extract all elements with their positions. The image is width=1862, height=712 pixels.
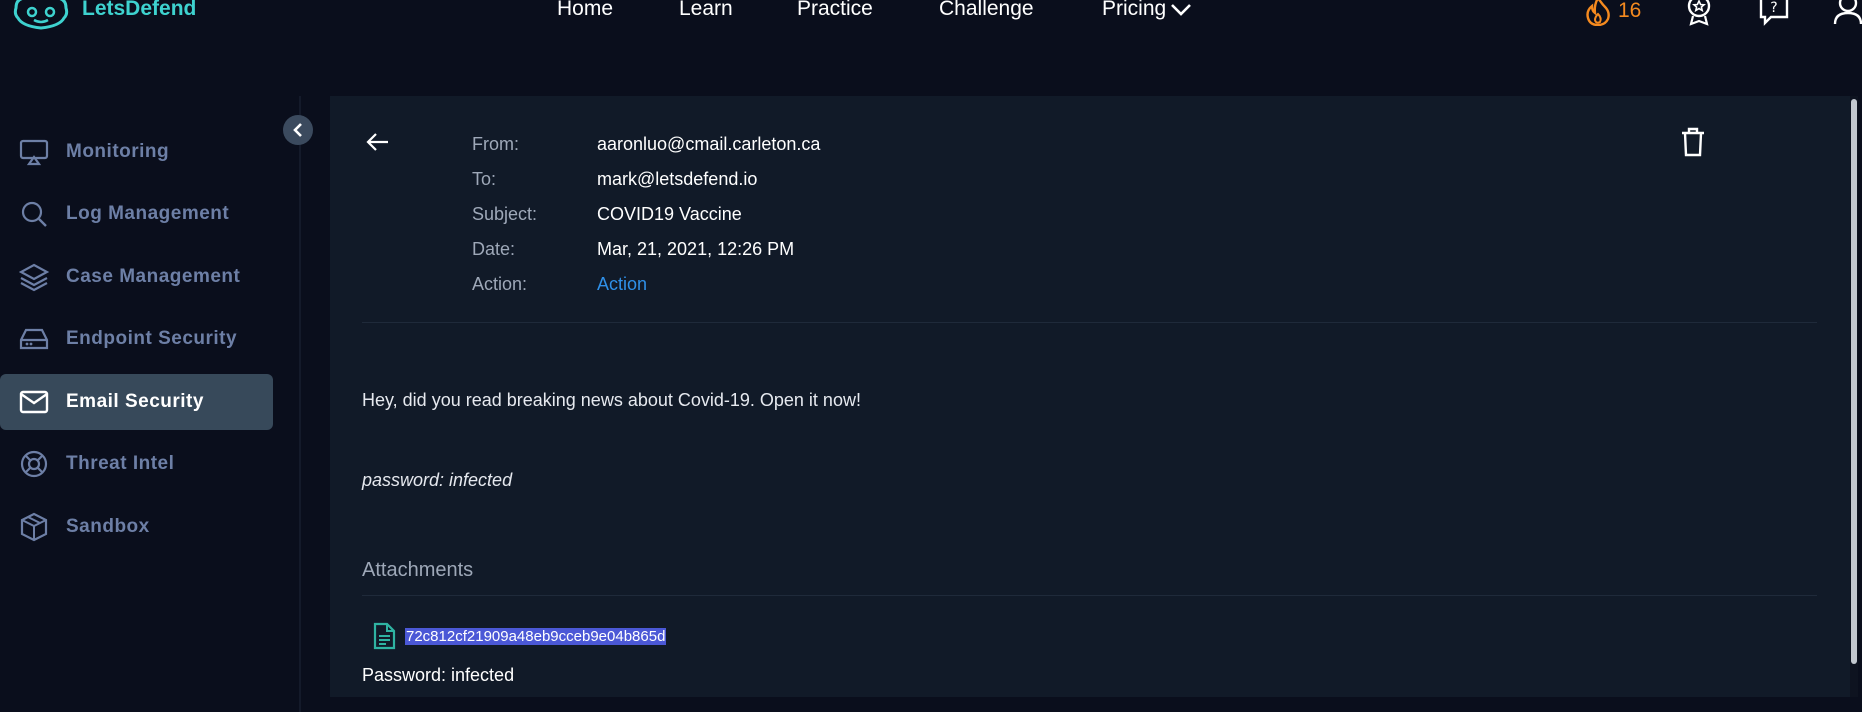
streak-count: 16 bbox=[1618, 0, 1642, 22]
nav-challenge[interactable]: Challenge bbox=[939, 0, 1034, 21]
sidebar-item-label: Log Management bbox=[66, 203, 230, 224]
sidebar-item-endpoint-security[interactable]: Endpoint Security bbox=[0, 311, 273, 367]
back-arrow-icon[interactable] bbox=[364, 130, 390, 154]
chevron-down-icon bbox=[1171, 4, 1192, 17]
sidebar: Monitoring Log Management Case Managemen… bbox=[0, 96, 300, 712]
trophy-icon[interactable] bbox=[1685, 0, 1713, 26]
sidebar-item-sandbox[interactable]: Sandbox bbox=[0, 499, 273, 555]
from-value: aaronluo@cmail.carleton.ca bbox=[597, 134, 821, 154]
subject-value: COVID19 Vaccine bbox=[597, 204, 742, 224]
help-icon[interactable]: ? bbox=[1758, 0, 1790, 26]
attachment-password: Password: infected bbox=[362, 665, 515, 685]
streak-counter[interactable]: 16 bbox=[1584, 0, 1641, 26]
sidebar-item-label: Case Management bbox=[66, 266, 241, 287]
attachment-name[interactable]: 72c812cf21909a48eb9cceb9e04b865d bbox=[405, 627, 667, 645]
nav-home[interactable]: Home bbox=[557, 0, 613, 21]
to-label: To: bbox=[472, 169, 497, 189]
svg-text:?: ? bbox=[1770, 0, 1777, 16]
subject-label: Subject: bbox=[472, 204, 538, 224]
sidebar-item-label: Monitoring bbox=[66, 141, 170, 162]
nav-learn[interactable]: Learn bbox=[679, 0, 733, 21]
to-value: mark@letsdefend.io bbox=[597, 169, 758, 189]
collapse-sidebar-button[interactable] bbox=[283, 115, 313, 145]
brand-logo[interactable]: LetsDefend bbox=[12, 0, 196, 32]
user-icon[interactable] bbox=[1833, 0, 1862, 26]
sidebar-item-case-management[interactable]: Case Management bbox=[0, 249, 273, 305]
nav-pricing[interactable]: Pricing bbox=[1102, 0, 1192, 21]
sidebar-item-label: Endpoint Security bbox=[66, 328, 238, 349]
attachments-title: Attachments bbox=[362, 559, 474, 581]
sidebar-item-monitoring[interactable]: Monitoring bbox=[0, 124, 273, 180]
lifebuoy-icon bbox=[19, 449, 49, 479]
header-divider bbox=[362, 322, 1817, 323]
sidebar-item-label: Threat Intel bbox=[66, 453, 175, 474]
nav-pricing-label: Pricing bbox=[1102, 0, 1167, 20]
scrollbar-thumb[interactable] bbox=[1851, 99, 1857, 664]
search-icon bbox=[19, 199, 49, 229]
sidebar-divider bbox=[299, 96, 301, 712]
file-icon bbox=[373, 622, 396, 650]
date-value: Mar, 21, 2021, 12:26 PM bbox=[597, 239, 795, 259]
sidebar-item-threat-intel[interactable]: Threat Intel bbox=[0, 436, 273, 492]
email-body: Hey, did you read breaking news about Co… bbox=[362, 390, 861, 410]
action-link[interactable]: Action bbox=[597, 274, 647, 295]
brand-name: LetsDefend bbox=[82, 0, 197, 20]
sidebar-item-label: Sandbox bbox=[66, 516, 150, 537]
monitor-icon bbox=[19, 137, 49, 167]
box-icon bbox=[19, 512, 49, 542]
sidebar-item-log-management[interactable]: Log Management bbox=[0, 186, 273, 242]
flame-icon bbox=[1586, 0, 1610, 26]
password-note: password: infected bbox=[362, 470, 513, 490]
attachment-item[interactable]: 72c812cf21909a48eb9cceb9e04b865d bbox=[372, 622, 667, 650]
letsdefend-logo-icon bbox=[13, 0, 69, 30]
chevron-left-icon bbox=[293, 123, 302, 137]
sidebar-item-label: Email Security bbox=[66, 391, 204, 412]
trash-icon[interactable] bbox=[1680, 127, 1706, 157]
attachments-divider bbox=[362, 595, 1817, 596]
nav-practice[interactable]: Practice bbox=[797, 0, 873, 21]
date-label: Date: bbox=[472, 239, 516, 259]
sidebar-item-email-security[interactable]: Email Security bbox=[0, 374, 273, 430]
layers-icon bbox=[19, 262, 49, 292]
from-label: From: bbox=[472, 134, 519, 154]
top-navbar: LetsDefend Home Learn Practice Challenge… bbox=[0, 0, 1862, 40]
action-label: Action: bbox=[472, 274, 528, 294]
mail-icon bbox=[19, 387, 49, 417]
hard-drive-icon bbox=[19, 324, 49, 354]
